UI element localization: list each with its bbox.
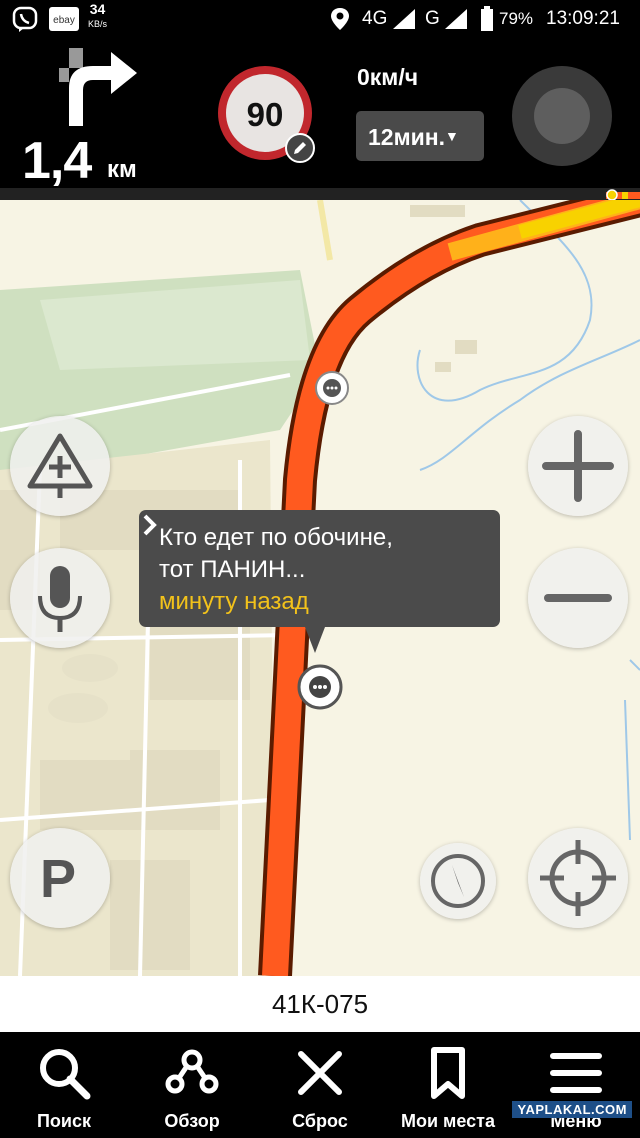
distance-unit: км xyxy=(107,156,137,183)
speed-limit-value: 90 xyxy=(246,96,284,133)
clock: 13:09:21 xyxy=(546,8,620,29)
net-speed-value: 34 xyxy=(89,1,106,17)
eta-dropdown[interactable]: 12мин.▼ xyxy=(356,111,484,161)
navigation-header: 1,4 км 90 0км/ч 12мин.▼ xyxy=(0,38,640,190)
network-g: G xyxy=(425,8,440,29)
search-icon xyxy=(40,1049,91,1100)
current-speed: 0км/ч xyxy=(357,64,419,90)
turn-right-icon xyxy=(59,48,137,126)
warning-add-icon xyxy=(27,433,93,498)
distance-value: 1,4 xyxy=(22,132,92,190)
battery-percent: 79% xyxy=(499,9,534,28)
hamburger-menu-icon xyxy=(550,1053,602,1093)
road-event-marker-active[interactable] xyxy=(297,664,343,710)
net-speed: 34 KB/s xyxy=(88,1,108,31)
network-4g: 4G xyxy=(362,8,388,29)
plus-icon xyxy=(542,430,614,502)
bubble-tail xyxy=(305,627,325,653)
compass-button[interactable] xyxy=(420,843,496,919)
tab-overview-label: Обзор xyxy=(164,1111,220,1131)
status-bar: ebay 34 KB/s 4G G 79% 13:09:21 xyxy=(0,0,640,38)
bubble-message-line1: Кто едет по обочине, xyxy=(159,524,393,551)
minus-icon xyxy=(544,594,612,602)
pencil-icon xyxy=(294,142,306,154)
watermark: YAPLAKAL.COM xyxy=(512,1101,632,1118)
voice-assistant-button[interactable] xyxy=(512,66,612,166)
signal-icon xyxy=(393,9,415,29)
eta-value: 12мин. xyxy=(368,124,446,150)
ebay-icon: ebay xyxy=(49,7,79,31)
assistant-icon xyxy=(534,88,590,144)
tab-reset[interactable]: Сброс xyxy=(256,1032,384,1138)
edit-speed-limit-button[interactable] xyxy=(285,133,315,163)
add-road-event-button[interactable] xyxy=(10,416,110,516)
tab-search-label: Поиск xyxy=(36,1111,92,1131)
crosshair-icon xyxy=(540,840,616,916)
tab-menu[interactable]: Меню xyxy=(512,1032,640,1138)
battery-icon xyxy=(481,6,493,31)
map-view[interactable]: P Кто едет по обочине, тот ПАНИН... мину… xyxy=(0,200,640,976)
locate-me-button[interactable] xyxy=(528,828,628,928)
viber-icon xyxy=(12,6,38,32)
bookmark-icon xyxy=(431,1047,465,1099)
road-event-bubble[interactable]: Кто едет по обочине, тот ПАНИН... минуту… xyxy=(139,510,500,653)
signal-icon-2 xyxy=(445,9,467,29)
route-overview-icon xyxy=(165,1049,219,1094)
microphone-button[interactable] xyxy=(10,548,110,648)
zoom-in-button[interactable] xyxy=(528,416,628,516)
zoom-out-button[interactable] xyxy=(528,548,628,648)
svg-text:ebay: ebay xyxy=(53,15,75,26)
tab-my-places[interactable]: Мои места xyxy=(384,1032,512,1138)
location-icon xyxy=(331,8,349,30)
net-speed-unit: KB/s xyxy=(88,19,108,29)
parking-button[interactable]: P xyxy=(10,828,110,928)
bottom-nav: Поиск Обзор Сброс Мои места Меню YAPLAKA… xyxy=(0,1032,640,1138)
tab-reset-label: Сброс xyxy=(292,1111,348,1131)
close-icon xyxy=(298,1051,342,1095)
bubble-message-line2: тот ПАНИН... xyxy=(159,556,306,583)
tab-overview[interactable]: Обзор xyxy=(128,1032,256,1138)
chevron-right-icon xyxy=(143,514,157,536)
route-progress-bar xyxy=(0,188,640,201)
tab-my-places-label: Мои места xyxy=(401,1111,495,1131)
tab-search[interactable]: Поиск xyxy=(0,1032,128,1138)
street-name: 41К-075 xyxy=(0,976,640,1032)
caret-down-icon: ▼ xyxy=(445,128,459,144)
microphone-icon xyxy=(38,566,82,632)
compass-icon xyxy=(431,854,485,908)
road-event-marker[interactable] xyxy=(315,371,349,405)
bubble-timestamp: минуту назад xyxy=(159,588,309,615)
parking-icon: P xyxy=(40,849,77,909)
